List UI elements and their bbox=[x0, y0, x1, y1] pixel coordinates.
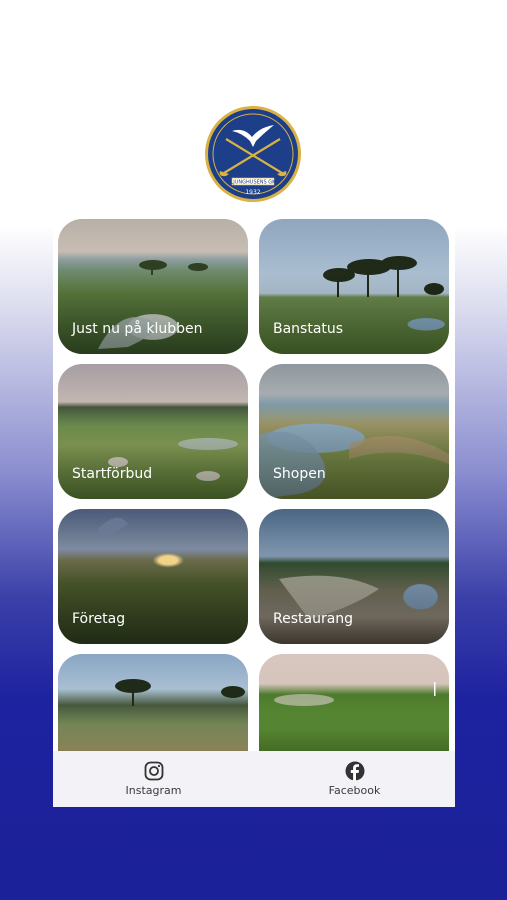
tile-label: Just nu på klubben bbox=[72, 321, 203, 337]
tile-startforbud[interactable]: Startförbud bbox=[58, 364, 248, 499]
tile-restaurang[interactable]: Restaurang bbox=[259, 509, 449, 644]
tile-banstatus[interactable]: Banstatus bbox=[259, 219, 449, 354]
tab-facebook-label: Facebook bbox=[328, 784, 381, 797]
tile-course-view[interactable] bbox=[58, 654, 248, 751]
instagram-icon bbox=[144, 761, 163, 781]
bottom-tab-bar: Instagram Facebook bbox=[53, 751, 455, 807]
tile-label: Banstatus bbox=[273, 321, 344, 337]
logo-year: 1932 bbox=[245, 189, 260, 196]
club-logo: LJUNGHUSENS GK 1932 bbox=[204, 105, 302, 203]
tile-shopen[interactable]: Shopen bbox=[259, 364, 449, 499]
tab-facebook[interactable]: Facebook bbox=[254, 751, 455, 807]
tile-label: Startförbud bbox=[72, 466, 153, 482]
tab-instagram-label: Instagram bbox=[125, 784, 182, 797]
tile-label: Företag bbox=[72, 611, 126, 627]
logo-text: LJUNGHUSENS GK bbox=[231, 180, 277, 186]
club-logo-emblem: LJUNGHUSENS GK 1932 bbox=[205, 106, 301, 202]
facebook-icon bbox=[345, 761, 364, 781]
tile-label: Shopen bbox=[273, 466, 326, 482]
menu-grid: Just nu på klubben Banstatus Startförbud… bbox=[53, 214, 455, 751]
tile-bunker[interactable] bbox=[259, 654, 449, 751]
tile-just-nu-pa-klubben[interactable]: Just nu på klubben bbox=[58, 219, 248, 354]
tile-foretag[interactable]: Företag bbox=[58, 509, 248, 644]
tile-label: Restaurang bbox=[273, 611, 354, 627]
app-card: LJUNGHUSENS GK 1932 Just nu på klubben B… bbox=[53, 94, 455, 807]
tab-instagram[interactable]: Instagram bbox=[53, 751, 254, 807]
